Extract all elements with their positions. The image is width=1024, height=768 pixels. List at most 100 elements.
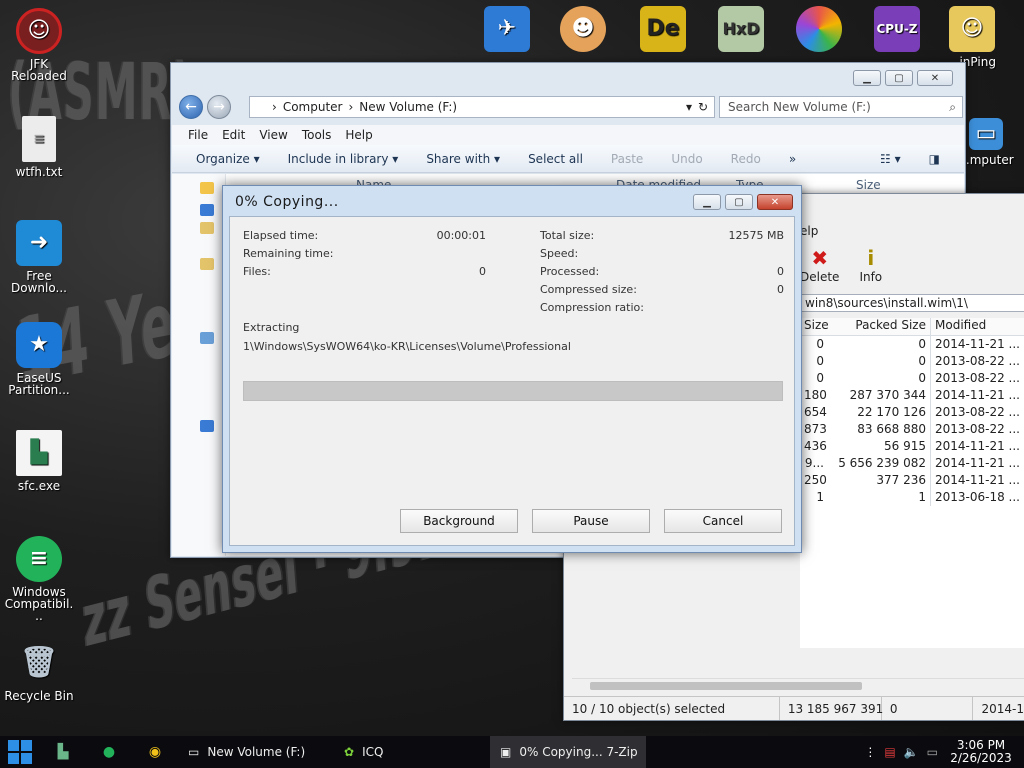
archive-path-field[interactable]: win8\sources\install.wim\1\	[800, 294, 1024, 312]
table-row[interactable]: 654 22 170 126 2013-08-22 ...	[800, 404, 1024, 421]
desktop-icon-cpuz[interactable]: CPU-Z	[861, 6, 933, 56]
desktop-icon-recycle-bin[interactable]: 🗑 Recycle Bin	[3, 640, 75, 703]
taskbar-item-icq[interactable]: ✿ ICQ	[334, 736, 490, 768]
chevron-down-icon[interactable]: ▾	[686, 100, 692, 114]
download-arrow-icon: ➜	[16, 220, 62, 266]
navigation-pane[interactable]	[172, 174, 226, 556]
delete-x-icon: ✖	[811, 246, 829, 270]
breadcrumb-volume[interactable]: New Volume (F:)	[359, 100, 457, 114]
table-row[interactable]: 873 83 668 880 2013-08-22 ...	[800, 421, 1024, 438]
computer-icon: ▭	[969, 118, 1003, 150]
cancel-button[interactable]: Cancel	[664, 509, 782, 533]
archive-file-list[interactable]: Size Packed Size Modified 0 0 2014-11-21 .…	[800, 318, 1024, 648]
current-file-path: 1\Windows\SysWOW64\ko-KR\Licenses\Volume…	[243, 340, 571, 353]
tray-app-icon[interactable]: ▤	[884, 745, 895, 759]
include-in-library-button[interactable]: Include in library ▾	[288, 152, 399, 166]
menu-help[interactable]: Help	[345, 128, 372, 142]
column-modified[interactable]: Modified	[930, 318, 1024, 335]
select-all-button[interactable]: Select all	[528, 152, 583, 166]
desktop-icon-de[interactable]: De	[627, 6, 699, 56]
share-with-button[interactable]: Share with ▾	[426, 152, 500, 166]
table-row[interactable]: 180 287 370 344 2014-11-21 ...	[800, 387, 1024, 404]
tray-overflow-icon[interactable]: ⋮	[864, 745, 876, 759]
breadcrumb-computer[interactable]: Computer	[283, 100, 343, 114]
total-size-label: Total size:	[540, 229, 595, 242]
desktop-icon-doctor[interactable]: ☻	[547, 6, 619, 56]
cell-modified: 2014-11-21 ...	[930, 336, 1024, 353]
start-button[interactable]	[0, 736, 40, 768]
table-row[interactable]: 1 1 2013-06-18 ...	[800, 489, 1024, 506]
refresh-icon[interactable]: ↻	[698, 100, 708, 114]
background-button[interactable]: Background	[400, 509, 518, 533]
pinned-app-icon[interactable]: ▙	[40, 736, 86, 768]
network-icon[interactable]: ▭	[927, 745, 938, 759]
minimize-button[interactable]: ▁	[693, 194, 721, 210]
cell-modified: 2013-06-18 ...	[930, 489, 1024, 506]
desktop-icon-easeus[interactable]: ★ EaseUS Partition...	[3, 322, 75, 396]
chrome-icon[interactable]: ◉	[132, 736, 178, 768]
preview-pane-icon[interactable]: ◨	[929, 152, 940, 166]
desktop-icon-hxd[interactable]: HxD	[705, 6, 777, 56]
cell-size: 0	[816, 371, 824, 385]
search-icon[interactable]: ⌕	[949, 100, 956, 115]
column-size[interactable]: Size	[856, 178, 881, 192]
system-tray: ⋮ ▤ 🔈 ▭ 3:06 PM 2/26/2023	[864, 739, 1024, 765]
table-row[interactable]: 0 0 2013-08-22 ...	[800, 370, 1024, 387]
maximize-button[interactable]: ▢	[885, 70, 913, 86]
info-button[interactable]: i Info	[859, 246, 882, 284]
back-button[interactable]: ←	[179, 95, 203, 119]
menu-file[interactable]: File	[188, 128, 208, 142]
cell-size: 0	[816, 354, 824, 368]
desktop-icon-sfc-exe[interactable]: ▙ sfc.exe	[3, 430, 75, 492]
column-packed-size[interactable]: Packed Size	[828, 318, 930, 335]
cell-modified: 2014-11-21 ...	[930, 438, 1024, 455]
menu-edit[interactable]: Edit	[222, 128, 245, 142]
menu-tools[interactable]: Tools	[302, 128, 332, 142]
volume-icon[interactable]: 🔈	[904, 745, 919, 759]
close-button[interactable]: ✕	[757, 194, 793, 210]
exe-icon: ▙	[16, 430, 62, 476]
cell-modified: 2014-11-21 ...	[930, 472, 1024, 489]
airplane-icon: ✈	[484, 6, 530, 52]
pause-button[interactable]: Pause	[532, 509, 650, 533]
folder-icon	[200, 222, 214, 234]
minimize-button[interactable]: ▁	[853, 70, 881, 86]
desktop-folder-icon	[200, 204, 214, 216]
desktop-icon-jfk-reloaded[interactable]: ☺ JFK Reloaded	[3, 8, 75, 82]
table-row[interactable]: 0 0 2014-11-21 ...	[800, 336, 1024, 353]
menu-help[interactable]: elp	[800, 224, 818, 238]
taskbar-item-new-volume[interactable]: ▭ New Volume (F:)	[178, 736, 334, 768]
desktop-icon-ping[interactable]: ☺ ...inPing	[936, 6, 1008, 68]
desktop-icon-wtfh-txt[interactable]: ≡ wtfh.txt	[3, 116, 75, 178]
table-row[interactable]: 436 56 915 2014-11-21 ...	[800, 438, 1024, 455]
menu-view[interactable]: View	[259, 128, 287, 142]
scrollbar-thumb[interactable]	[590, 682, 862, 690]
cell-packed: 0	[918, 371, 926, 385]
copying-dialog[interactable]: 0% Copying... ▁ ▢ ✕ Elapsed time: 00:00:…	[222, 185, 802, 553]
files-value: 0	[479, 265, 486, 278]
desktop-icon-free-download[interactable]: ➜ Free Downlo...	[3, 220, 75, 294]
maximize-button[interactable]: ▢	[725, 194, 753, 210]
files-label: Files:	[243, 265, 271, 278]
view-options-icon[interactable]: ☷ ▾	[880, 152, 901, 166]
column-size[interactable]: Size	[800, 318, 828, 335]
delete-button[interactable]: ✖ Delete	[800, 246, 839, 284]
table-row[interactable]: 9... 5 656 239 082 2014-11-21 ...	[800, 455, 1024, 472]
more-commands-icon[interactable]: »	[789, 152, 796, 166]
search-input[interactable]: Search New Volume (F:) ⌕	[719, 96, 963, 118]
easeus-icon: ★	[16, 322, 62, 368]
forward-button[interactable]: →	[207, 95, 231, 119]
table-row[interactable]: 0 0 2013-08-22 ...	[800, 353, 1024, 370]
search-placeholder: Search New Volume (F:)	[728, 100, 871, 114]
close-button[interactable]: ✕	[917, 70, 953, 86]
address-bar[interactable]: › Computer › New Volume (F:) ▾ ↻	[249, 96, 715, 118]
desktop-icon-airplane[interactable]: ✈	[471, 6, 543, 56]
horizontal-scrollbar[interactable]	[572, 678, 1024, 692]
organize-button[interactable]: Organize ▾	[196, 152, 260, 166]
clock[interactable]: 3:06 PM 2/26/2023	[946, 739, 1016, 765]
taskbar-item-7zip-copying[interactable]: ▣ 0% Copying... 7-Zip	[490, 736, 646, 768]
desktop-icon-windows-compatibility[interactable]: ≡ Windows Compatibil...	[3, 536, 75, 622]
desktop-icon-color-wheel[interactable]	[783, 6, 855, 56]
pinned-app-icon[interactable]: ●	[86, 736, 132, 768]
table-row[interactable]: 250 377 236 2014-11-21 ...	[800, 472, 1024, 489]
